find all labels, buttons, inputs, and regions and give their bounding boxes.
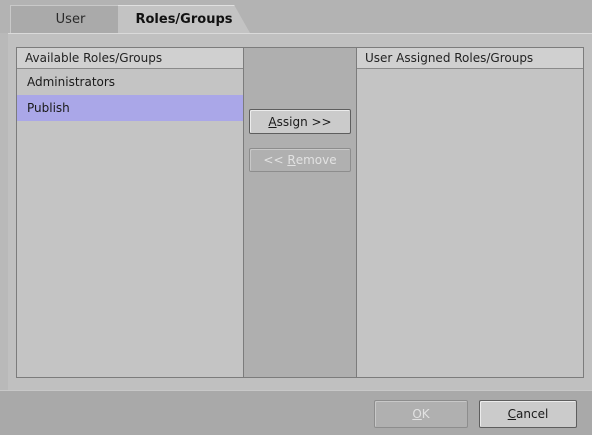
remove-label: emove (295, 153, 337, 167)
remove-button[interactable]: << Remove (249, 148, 351, 172)
transfer-buttons-area (244, 47, 356, 378)
list-item-administrators[interactable]: Administrators (17, 69, 243, 95)
assign-label: ssign >> (276, 114, 332, 129)
list-item-publish[interactable]: Publish (17, 95, 243, 121)
ok-button[interactable]: OK (374, 400, 468, 428)
tab-roles-groups-label: Roles/Groups (135, 12, 233, 27)
ok-label: K (421, 407, 430, 421)
remove-mnemonic: R (287, 153, 296, 167)
tab-user[interactable]: User (10, 5, 130, 33)
available-roles-list[interactable]: Available Roles/Groups Administrators Pu… (16, 47, 244, 378)
remove-prefix: << (263, 153, 288, 167)
assign-button[interactable]: Assign >> (249, 109, 351, 134)
tab-user-label: User (55, 12, 86, 27)
assign-mnemonic: A (268, 114, 277, 129)
cancel-button[interactable]: Cancel (479, 400, 577, 428)
available-roles-header: Available Roles/Groups (17, 48, 243, 69)
cancel-label: ancel (516, 407, 549, 421)
tab-roles-groups[interactable]: Roles/Groups (118, 5, 250, 33)
assigned-roles-header: User Assigned Roles/Groups (357, 48, 583, 69)
cancel-mnemonic: C (507, 407, 517, 421)
ok-mnemonic: O (412, 407, 422, 421)
assigned-roles-list[interactable]: User Assigned Roles/Groups (356, 47, 584, 378)
tab-bar: User Roles/Groups (0, 0, 592, 33)
